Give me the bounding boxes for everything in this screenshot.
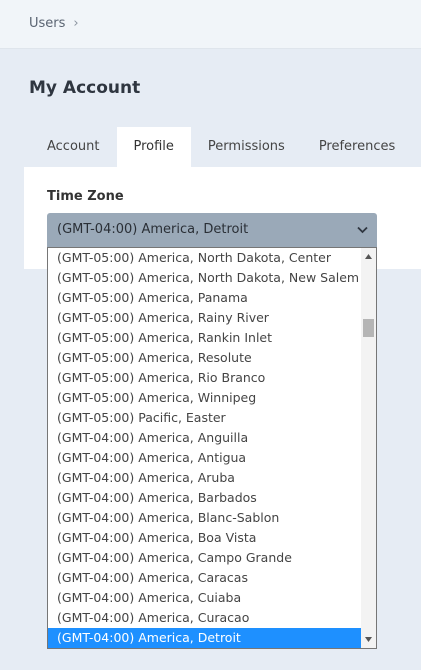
- time-zone-option[interactable]: (GMT-05:00) America, Rainy River: [48, 308, 361, 328]
- time-zone-option[interactable]: (GMT-04:00) America, Curacao: [48, 608, 361, 628]
- chevron-down-icon: [357, 213, 368, 247]
- breadcrumb-users-link[interactable]: Users: [29, 16, 65, 31]
- time-zone-option[interactable]: (GMT-05:00) America, Panama: [48, 288, 361, 308]
- time-zone-option[interactable]: (GMT-04:00) America, Antigua: [48, 448, 361, 468]
- time-zone-option[interactable]: (GMT-04:00) America, Aruba: [48, 468, 361, 488]
- time-zone-options: (GMT-05:00) America, North Dakota, Cente…: [48, 248, 361, 648]
- scrollbar-thumb[interactable]: [363, 319, 374, 337]
- tab-permissions[interactable]: Permissions: [191, 127, 302, 167]
- time-zone-option[interactable]: (GMT-05:00) Pacific, Easter: [48, 408, 361, 428]
- breadcrumb-chevron-right-icon: ›: [73, 16, 79, 31]
- account-tabs: Account Profile Permissions Preferences: [30, 127, 412, 167]
- tab-preferences[interactable]: Preferences: [302, 127, 412, 167]
- tab-account[interactable]: Account: [30, 127, 117, 167]
- time-zone-option[interactable]: (GMT-04:00) America, Caracas: [48, 568, 361, 588]
- time-zone-option[interactable]: (GMT-05:00) America, North Dakota, New S…: [48, 268, 361, 288]
- scroll-up-arrow-icon[interactable]: [361, 249, 376, 264]
- time-zone-label: Time Zone: [47, 189, 124, 204]
- page-title: My Account: [29, 78, 141, 98]
- tab-profile[interactable]: Profile: [116, 127, 191, 167]
- breadcrumb: Users ›: [29, 16, 79, 31]
- time-zone-option[interactable]: (GMT-05:00) America, Winnipeg: [48, 388, 361, 408]
- time-zone-dropdown-list: (GMT-05:00) America, North Dakota, Cente…: [47, 247, 377, 649]
- time-zone-option[interactable]: (GMT-04:00) America, Campo Grande: [48, 548, 361, 568]
- time-zone-select[interactable]: (GMT-04:00) America, Detroit: [47, 213, 377, 247]
- scroll-down-arrow-icon[interactable]: [361, 632, 376, 647]
- list-scrollbar[interactable]: [361, 248, 376, 648]
- time-zone-option[interactable]: (GMT-04:00) America, Boa Vista: [48, 528, 361, 548]
- top-bar: Users ›: [0, 0, 421, 49]
- time-zone-option[interactable]: (GMT-05:00) America, Rio Branco: [48, 368, 361, 388]
- time-zone-option[interactable]: (GMT-04:00) America, Blanc-Sablon: [48, 508, 361, 528]
- time-zone-option[interactable]: (GMT-04:00) America, Cuiaba: [48, 588, 361, 608]
- time-zone-selected-value: (GMT-04:00) America, Detroit: [57, 222, 249, 237]
- time-zone-option[interactable]: (GMT-05:00) America, Rankin Inlet: [48, 328, 361, 348]
- time-zone-option-selected[interactable]: (GMT-04:00) America, Detroit: [48, 628, 361, 648]
- time-zone-option[interactable]: (GMT-05:00) America, North Dakota, Cente…: [48, 248, 361, 268]
- time-zone-option[interactable]: (GMT-04:00) America, Anguilla: [48, 428, 361, 448]
- time-zone-option[interactable]: (GMT-04:00) America, Barbados: [48, 488, 361, 508]
- time-zone-option[interactable]: (GMT-05:00) America, Resolute: [48, 348, 361, 368]
